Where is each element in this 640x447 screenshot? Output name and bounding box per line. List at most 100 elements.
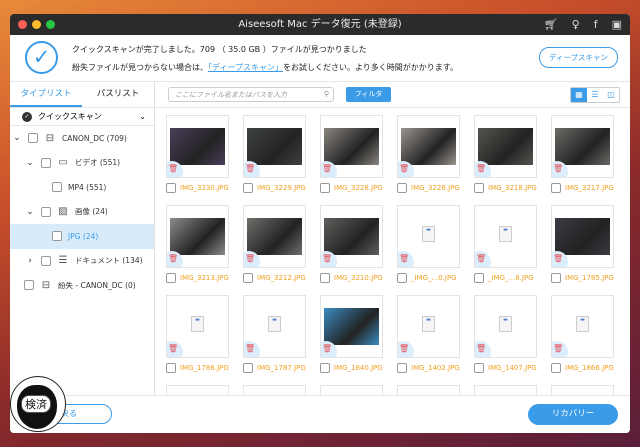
thumbnail[interactable]: ▬ 🗑︎ [551, 295, 614, 358]
file-name: _IMG_...0.JPG [411, 274, 457, 282]
file-item[interactable]: 🗑︎ IMG_3226.JPG [397, 115, 474, 194]
checkbox[interactable] [243, 363, 253, 373]
file-item[interactable]: ▬ 🗑︎ _IMG_...0.JPG [397, 205, 474, 284]
file-item[interactable]: ▬ 🗑︎ IMG_1866.JPG [551, 295, 628, 374]
tree-item-jpg[interactable]: JPG (24) [10, 224, 154, 249]
scan-complete-message: クイックスキャンが完了しました。709 （ 35.0 GB ）ファイルが見つかり… [72, 45, 367, 54]
tab-type-list[interactable]: タイプリスト [10, 82, 82, 107]
checkbox[interactable] [24, 280, 34, 291]
thumbnail[interactable]: ▬ 🗑︎ [474, 205, 537, 268]
checkbox[interactable] [243, 183, 253, 193]
checkbox[interactable] [243, 273, 253, 283]
tab-path-list[interactable]: パスリスト [82, 82, 154, 107]
checkbox[interactable] [397, 273, 407, 283]
photo-thumbnail [170, 218, 225, 255]
file-item[interactable]: ▬ 🗑︎ IMG_1402.JPG [397, 295, 474, 374]
thumbnail[interactable]: ▬ 🗑︎ [474, 295, 537, 358]
checkbox[interactable] [166, 273, 176, 283]
file-item[interactable]: ▬ 🗑︎ IMG_1407.JPG [474, 295, 551, 374]
tree-item-lost[interactable]: ⊟ 紛失 - CANON_DC (0) [10, 273, 154, 298]
zoom-button[interactable] [46, 20, 55, 29]
chevron-down-icon[interactable]: ⌄ [25, 207, 35, 217]
search-icon[interactable]: ⚲ [324, 89, 329, 99]
thumbnail[interactable]: 🗑︎ [166, 205, 229, 268]
file-item[interactable]: 🗑︎ IMG_3229.JPG [243, 115, 320, 194]
checkbox[interactable] [52, 231, 62, 242]
file-item[interactable]: 🗑︎ IMG_1785.JPG [551, 205, 628, 284]
chevron-down-icon[interactable]: ⌄ [12, 133, 22, 143]
checkbox[interactable] [551, 183, 561, 193]
checkbox[interactable] [474, 273, 484, 283]
checkbox[interactable] [52, 182, 62, 193]
tree-item-canon-dc[interactable]: ⌄ ⊟ CANON_DC (709) [10, 126, 154, 151]
file-item[interactable]: 🗑︎ IMG_3217.JPG [551, 115, 628, 194]
close-button[interactable] [18, 20, 27, 29]
recover-button[interactable]: リカバリー [528, 404, 618, 425]
checkbox[interactable] [551, 273, 561, 283]
checkbox[interactable] [41, 157, 51, 168]
checkbox[interactable] [166, 363, 176, 373]
filter-button[interactable]: フィルタ [346, 87, 391, 102]
thumbnail[interactable]: 🗑︎ [397, 115, 460, 178]
checkbox[interactable] [166, 183, 176, 193]
deep-scan-link[interactable]: 「ディープスキャン」 [208, 63, 283, 72]
checkbox[interactable] [551, 363, 561, 373]
file-item[interactable]: 🗑︎ IMG_3210.JPG [320, 205, 397, 284]
file-item[interactable]: 🗑︎ IMG_1840.JPG [320, 295, 397, 374]
file-item[interactable]: 🗑︎ IMG_3212.JPG [243, 205, 320, 284]
checkbox[interactable] [41, 206, 51, 217]
tree-item-document[interactable]: › ☰ ドキュメント (134) [10, 249, 154, 274]
deep-scan-hint: 紛失ファイルが見つからない場合は、「ディープスキャン」をお試しください。より多く… [72, 62, 458, 73]
checkbox[interactable] [320, 183, 330, 193]
file-item[interactable]: 🗑︎ IMG_3230.JPG [166, 115, 243, 194]
checkbox[interactable] [320, 363, 330, 373]
search-input[interactable]: ここにファイル名またはパスを入力 ⚲ [168, 87, 334, 102]
cart-icon[interactable]: 🛒︎ [544, 14, 558, 35]
file-item[interactable]: 🗑︎ IMG_3213.JPG [166, 205, 243, 284]
photo-thumbnail [247, 128, 302, 165]
facebook-icon[interactable]: f [594, 14, 598, 35]
thumbnail[interactable]: 🗑︎ [551, 115, 614, 178]
file-item[interactable]: 🗑︎ IMG_3228.JPG [320, 115, 397, 194]
thumbnail[interactable]: 🗑︎ [320, 205, 383, 268]
drive-icon: ⊟ [45, 132, 55, 144]
thumbnail[interactable]: 🗑︎ [320, 115, 383, 178]
thumbnail[interactable]: 🗑︎ [474, 115, 537, 178]
file-item[interactable]: ▬ 🗑︎ IMG_1786.JPG [166, 295, 243, 374]
thumbnail[interactable]: 🗑︎ [243, 115, 306, 178]
key-icon[interactable]: ♀ [572, 14, 580, 35]
thumbnail[interactable]: 🗑︎ [243, 205, 306, 268]
thumbnail[interactable]: ▬ 🗑︎ [397, 205, 460, 268]
checkbox[interactable] [474, 363, 484, 373]
checkbox[interactable] [41, 255, 51, 266]
minimize-button[interactable] [32, 20, 41, 29]
checkbox[interactable] [397, 363, 407, 373]
checkbox[interactable] [397, 183, 407, 193]
tree-item-video[interactable]: ⌄ ▭ ビデオ (551) [10, 151, 154, 176]
file-item[interactable]: ▬ 🗑︎ _IMG_...8.JPG [474, 205, 551, 284]
detail-view-icon[interactable]: ◫ [603, 88, 619, 102]
trash-icon: 🗑︎ [244, 341, 260, 357]
tree-item-image[interactable]: ⌄ ▨ 画像 (24) [10, 200, 154, 225]
grid-view-icon[interactable]: ▦ [571, 88, 587, 102]
file-item[interactable]: 🗑︎ IMG_3218.JPG [474, 115, 551, 194]
thumbnail[interactable]: ▬ 🗑︎ [166, 295, 229, 358]
thumbnail[interactable]: ▬ 🗑︎ [243, 295, 306, 358]
file-item[interactable]: ▬ 🗑︎ IMG_1787.JPG [243, 295, 320, 374]
feedback-icon[interactable]: ▣ [612, 14, 622, 35]
chevron-right-icon[interactable]: › [25, 256, 35, 266]
trash-icon: 🗑︎ [475, 341, 491, 357]
checkbox[interactable] [28, 133, 38, 144]
chevron-down-icon: ⌄ [139, 112, 146, 121]
checkbox[interactable] [474, 183, 484, 193]
scan-mode-select[interactable]: ✓ クイックスキャン ⌄ [10, 108, 154, 126]
tree-item-mp4[interactable]: MP4 (551) [10, 175, 154, 200]
list-view-icon[interactable]: ☰ [587, 88, 603, 102]
thumbnail[interactable]: ▬ 🗑︎ [397, 295, 460, 358]
chevron-down-icon[interactable]: ⌄ [25, 158, 35, 168]
thumbnail[interactable]: 🗑︎ [166, 115, 229, 178]
thumbnail[interactable]: 🗑︎ [551, 205, 614, 268]
checkbox[interactable] [320, 273, 330, 283]
thumbnail[interactable]: 🗑︎ [320, 295, 383, 358]
deep-scan-button[interactable]: ディープスキャン [538, 47, 618, 68]
